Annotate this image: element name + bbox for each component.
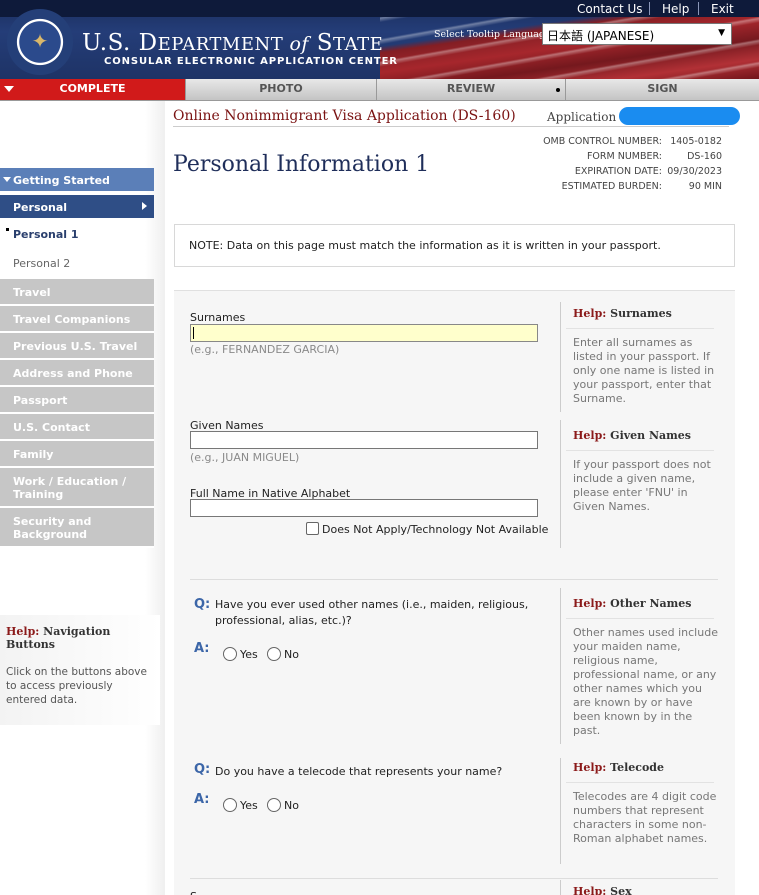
tooltip-language-select[interactable]: 日本語 (JAPANESE) ▼ <box>542 23 732 45</box>
tab-photo[interactable]: PHOTO <box>186 79 377 100</box>
telecode-yes-radio[interactable] <box>223 798 237 812</box>
other-names-yes-radio[interactable] <box>223 647 237 661</box>
sidebar-item-address-phone[interactable]: Address and Phone <box>0 360 154 387</box>
other-names-yes-label: Yes <box>240 648 258 661</box>
contact-us-link[interactable]: Contact Us <box>577 2 643 16</box>
chevron-right-icon <box>142 202 147 210</box>
answer-marker: A: <box>194 792 210 807</box>
exit-link[interactable]: Exit <box>711 2 734 16</box>
does-not-apply-checkbox[interactable] <box>306 522 319 535</box>
other-names-no-radio[interactable] <box>267 647 281 661</box>
left-sidebar: Getting Started Personal Personal 1 Pers… <box>0 101 165 895</box>
telecode-no-label: No <box>284 799 299 812</box>
does-not-apply-label: Does Not Apply/Technology Not Available <box>322 523 549 536</box>
native-name-input[interactable] <box>190 499 538 517</box>
sidebar-item-getting-started[interactable]: Getting Started <box>0 168 154 191</box>
top-links-bar: Contact Us Help Exit <box>0 0 759 17</box>
sex-label: S <box>190 890 197 895</box>
telecode-question: Do you have a telecode that represents y… <box>215 765 503 778</box>
other-names-no-label: No <box>284 648 299 661</box>
sidebar-item-us-contact[interactable]: U.S. Contact <box>0 414 154 441</box>
caret-down-icon <box>3 177 11 182</box>
given-names-input[interactable] <box>190 431 538 449</box>
tab-complete[interactable]: COMPLETE <box>0 79 186 100</box>
omb-info: OMB CONTROL NUMBER: 1405-0182 FORM NUMBER… <box>543 136 722 192</box>
sidebar-item-personal-1[interactable]: Personal 1 <box>0 225 154 243</box>
answer-marker: A: <box>194 641 210 656</box>
help-link[interactable]: Help <box>662 2 689 16</box>
site-header: Contact Us Help Exit ✦ U.S. DEPARTMENT o… <box>0 0 759 79</box>
chevron-down-icon: ▼ <box>718 28 725 38</box>
navigation-help-box: Help: Navigation Buttons Click on the bu… <box>0 615 160 725</box>
surnames-hint: (e.g., FERNANDEZ GARCIA) <box>190 343 340 356</box>
form-title: Online Nonimmigrant Visa Application (DS… <box>173 108 516 124</box>
page-title: Personal Information 1 <box>173 152 430 177</box>
department-subtitle: CONSULAR ELECTRONIC APPLICATION CENTER <box>104 56 398 67</box>
caret-down-icon <box>4 86 14 92</box>
sidebar-item-travel[interactable]: Travel <box>0 279 154 306</box>
sidebar-item-passport[interactable]: Passport <box>0 387 154 414</box>
tab-sign[interactable]: SIGN <box>566 79 759 100</box>
sidebar-item-work-education[interactable]: Work / Education / Training <box>0 468 154 508</box>
department-title: U.S. DEPARTMENT of STATE <box>82 30 384 56</box>
surnames-label: Surnames <box>190 311 246 324</box>
sidebar-item-family[interactable]: Family <box>0 441 154 468</box>
question-marker: Q: <box>194 597 211 612</box>
telecode-yes-label: Yes <box>240 799 258 812</box>
help-given-names: Help: Given Names If your passport does … <box>573 429 711 513</box>
help-telecode: Help: Telecode Telecodes are 4 digit cod… <box>573 761 717 845</box>
surnames-input[interactable] <box>190 324 538 342</box>
progress-tabs: COMPLETE PHOTO REVIEW SIGN <box>0 79 759 101</box>
help-surnames: Help: Surnames Enter all surnames as lis… <box>573 307 715 405</box>
state-department-seal-icon: ✦ <box>7 9 73 75</box>
sidebar-item-personal-2[interactable]: Personal 2 <box>0 254 154 272</box>
other-names-question: Have you ever used other names (i.e., ma… <box>215 598 529 627</box>
sidebar-item-previous-us-travel[interactable]: Previous U.S. Travel <box>0 333 154 360</box>
passport-note: NOTE: Data on this page must match the i… <box>174 224 735 267</box>
sidebar-item-security-background[interactable]: Security and Background <box>0 508 154 548</box>
tab-review[interactable]: REVIEW <box>377 79 566 100</box>
question-marker: Q: <box>194 762 211 777</box>
sidebar-item-travel-companions[interactable]: Travel Companions <box>0 306 154 333</box>
telecode-no-radio[interactable] <box>267 798 281 812</box>
sidebar-item-personal[interactable]: Personal <box>0 195 154 218</box>
application-id-redaction <box>619 107 740 125</box>
tooltip-language-label: Select Tooltip Language <box>434 29 551 40</box>
help-sex: Help: Sex <box>573 885 632 895</box>
given-names-hint: (e.g., JUAN MIGUEL) <box>190 451 300 464</box>
